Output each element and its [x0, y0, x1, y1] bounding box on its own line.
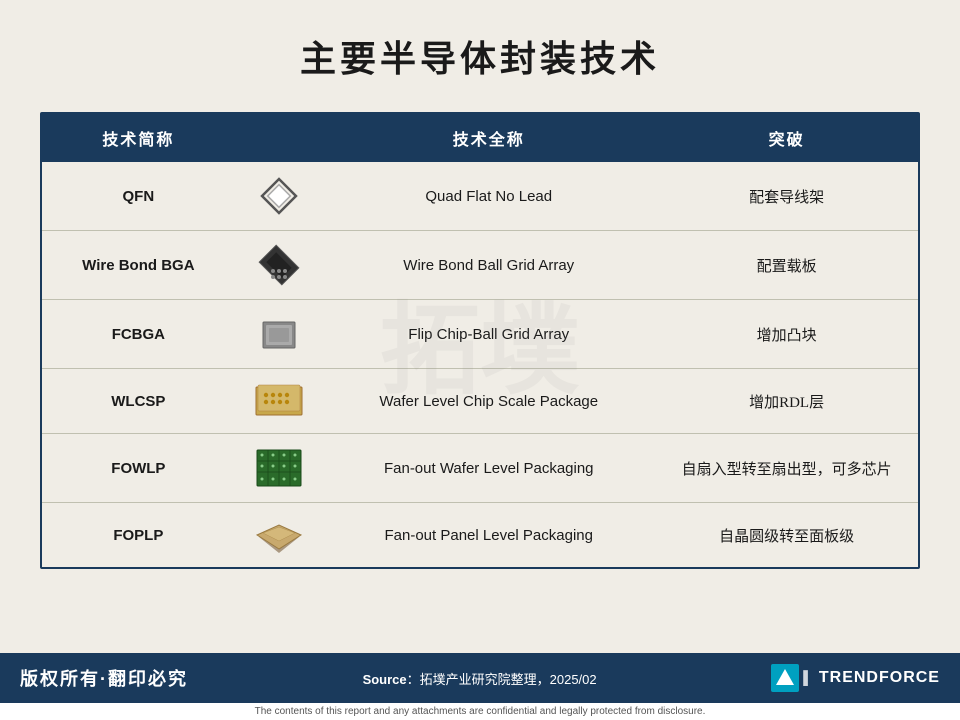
source-label: Source: [363, 672, 407, 687]
icon-cell: [235, 503, 323, 568]
disclaimer: The contents of this report and any atta…: [0, 703, 960, 720]
abbr-cell: FCBGA: [42, 300, 235, 369]
breakthrough-cell: 自扇入型转至扇出型，可多芯片: [655, 434, 918, 503]
table-row: WLCSP: [42, 369, 918, 434]
full-name-cell: Wire Bond Ball Grid Array: [322, 231, 655, 300]
table-row: FOWLP: [42, 434, 918, 503]
table-row: FCBGA Flip Chip-Ball Grid Array 增加: [42, 300, 918, 369]
breakthrough-cell: 配置载板: [655, 231, 918, 300]
header-breakthrough: 突破: [655, 114, 918, 162]
source-detail: ：拓墣产业研究院整理，2025/02: [407, 672, 597, 687]
table-wrapper: 技术简称 技术全称 突破 QFN: [40, 112, 920, 569]
full-name-cell: Fan-out Wafer Level Packaging: [322, 434, 655, 503]
abbr-cell: Wire Bond BGA: [42, 231, 235, 300]
table-row: Wire Bond BGA: [42, 231, 918, 300]
logo-icon: [771, 664, 799, 692]
source-text: Source：拓墣产业研究院整理，2025/02: [363, 669, 597, 688]
abbr-cell: FOWLP: [42, 434, 235, 503]
breakthrough-cell: 增加凸块: [655, 300, 918, 369]
icon-cell: [235, 300, 323, 369]
full-name-cell: Wafer Level Chip Scale Package: [322, 369, 655, 434]
page-container: 主要半导体封装技术 拓墣 技术简称 技术全称 突破: [0, 0, 960, 720]
copyright-text: 版权所有·翻印必究: [20, 665, 188, 691]
table-row: FOPLP: [42, 503, 918, 568]
logo-text: ▌ TRENDFORCE: [803, 669, 940, 687]
icon-cell: [235, 434, 323, 503]
full-name-cell: Flip Chip-Ball Grid Array: [322, 300, 655, 369]
header-icon-col: [235, 114, 323, 162]
breakthrough-cell: 增加RDL层: [655, 369, 918, 434]
header-abbr: 技术简称: [42, 114, 235, 162]
trendforce-logo: ▌ TRENDFORCE: [771, 664, 940, 692]
full-name-cell: Quad Flat No Lead: [322, 162, 655, 231]
abbr-cell: QFN: [42, 162, 235, 231]
table-header-row: 技术简称 技术全称 突破: [42, 114, 918, 162]
abbr-cell: FOPLP: [42, 503, 235, 568]
main-table: 技术简称 技术全称 突破 QFN: [42, 114, 918, 567]
icon-cell: [235, 369, 323, 434]
header-full: 技术全称: [322, 114, 655, 162]
table-row: QFN Quad Flat No Lead 配套导线架: [42, 162, 918, 231]
abbr-cell: WLCSP: [42, 369, 235, 434]
logo-area: ▌ TRENDFORCE: [771, 664, 940, 692]
breakthrough-cell: 自晶圆级转至面板级: [655, 503, 918, 568]
full-name-cell: Fan-out Panel Level Packaging: [322, 503, 655, 568]
breakthrough-cell: 配套导线架: [655, 162, 918, 231]
main-content: 主要半导体封装技术 拓墣 技术简称 技术全称 突破: [0, 0, 960, 653]
icon-cell: [235, 231, 323, 300]
icon-cell: [235, 162, 323, 231]
footer: 版权所有·翻印必究 Source：拓墣产业研究院整理，2025/02 ▌ TRE…: [0, 653, 960, 703]
page-title: 主要半导体封装技术: [300, 30, 660, 82]
